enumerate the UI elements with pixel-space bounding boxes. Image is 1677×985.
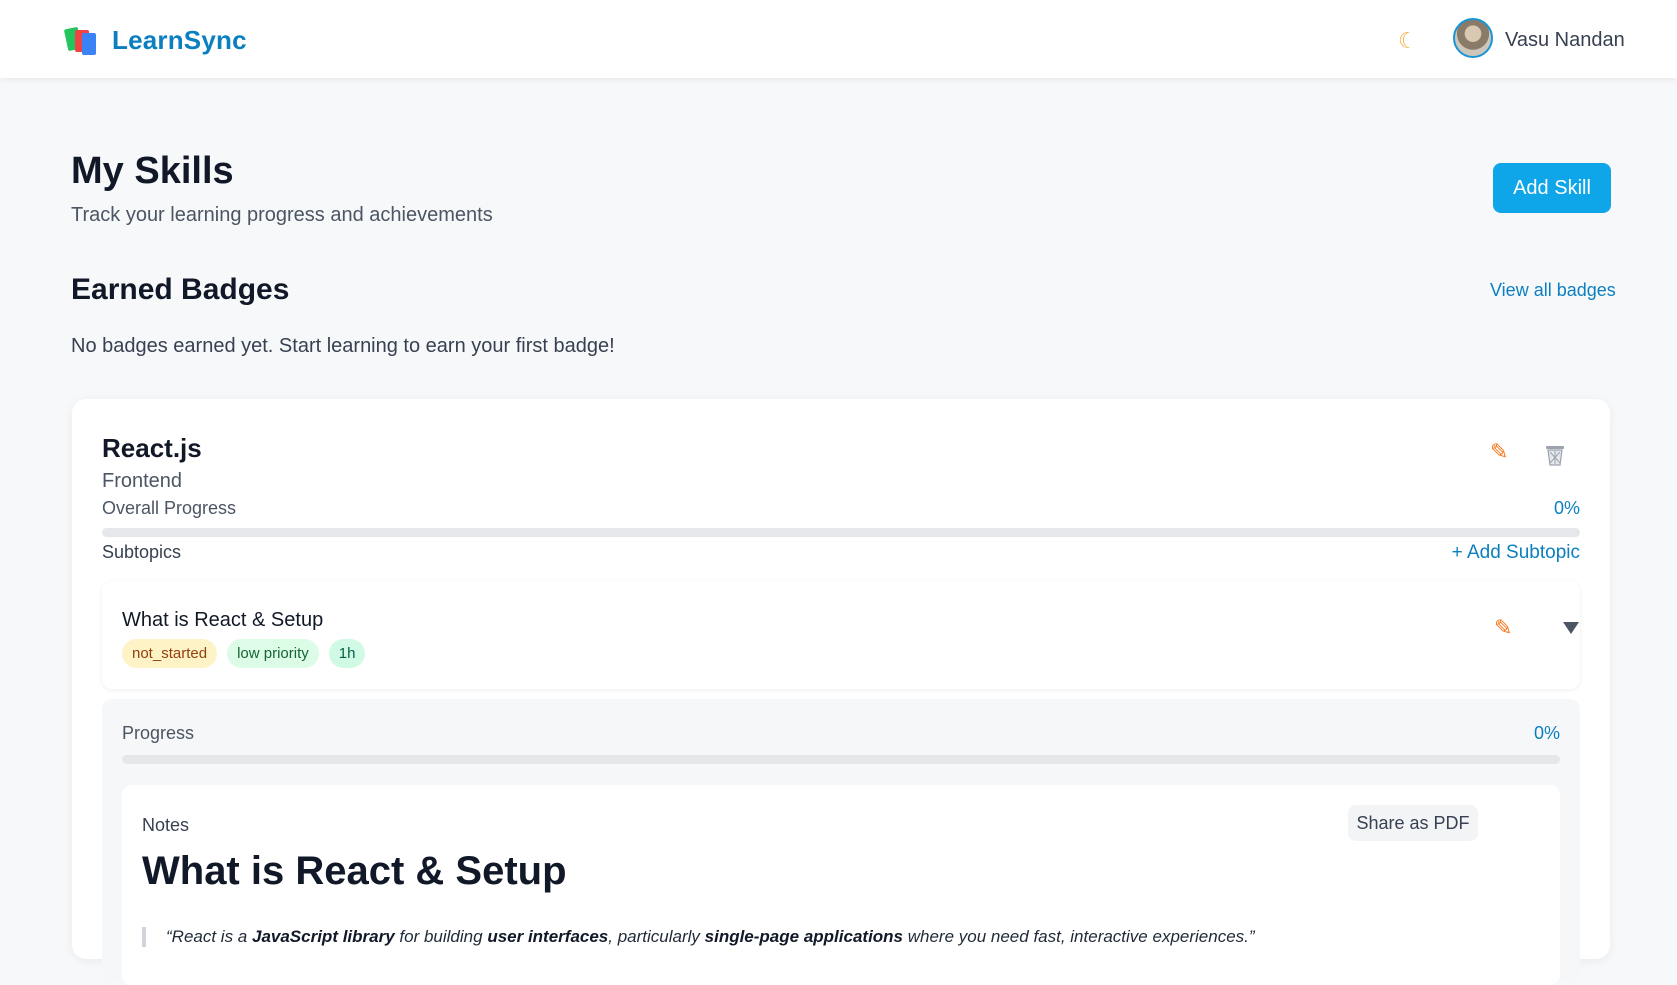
moon-icon[interactable]: ☾ (1398, 28, 1418, 54)
notes-heading: What is React & Setup (142, 849, 567, 893)
badges-title: Earned Badges (71, 273, 290, 306)
overall-progress-bar (102, 528, 1580, 537)
subtopic-item[interactable]: What is React & Setup not_started low pr… (102, 581, 1580, 689)
page-title: My Skills (71, 150, 234, 192)
subtopic-progress-label: Progress (122, 723, 195, 743)
subtopic-tags: not_started low priority 1h (122, 639, 366, 668)
skill-card: React.js Frontend ✎ Overall Progress 0% … (72, 399, 1610, 985)
subtopic-name: What is React & Setup (122, 609, 324, 631)
status-badge: not_started (122, 639, 218, 668)
top-navbar: LearnSync ☾ Vasu Nandan (0, 0, 1677, 78)
notes-label: Notes (142, 815, 190, 835)
edit-subtopic-pencil-icon[interactable]: ✎ (1494, 615, 1512, 641)
books-logo-icon (63, 26, 98, 56)
priority-badge: low priority (227, 639, 319, 668)
view-all-badges-link[interactable]: View all badges (1490, 280, 1616, 301)
add-subtopic-link[interactable]: + Add Subtopic (1452, 542, 1580, 564)
overall-progress-percent: 0% (1553, 498, 1580, 518)
avatar[interactable] (1453, 18, 1493, 58)
delete-skill-trash-icon[interactable] (1544, 443, 1566, 467)
subtopic-progress-bar (122, 755, 1560, 764)
page-subtitle: Track your learning progress and achieve… (71, 204, 493, 226)
no-badges-message: No badges earned yet. Start learning to … (71, 335, 615, 357)
add-skill-button[interactable]: Add Skill (1493, 163, 1611, 213)
subtopic-details: Progress 0% Notes Share as PDF What is R… (102, 699, 1580, 985)
overall-progress-label: Overall Progress (102, 498, 237, 518)
subtopic-progress-percent: 0% (1533, 723, 1560, 743)
edit-skill-pencil-icon[interactable]: ✎ (1490, 439, 1508, 465)
skill-category: Frontend (102, 470, 183, 492)
user-name[interactable]: Vasu Nandan (1505, 29, 1625, 52)
notes-quote: “React is a JavaScript library for build… (142, 927, 1542, 947)
skill-name: React.js (102, 433, 202, 463)
brand[interactable]: LearnSync (63, 25, 247, 56)
chevron-down-icon[interactable] (1563, 622, 1579, 634)
share-pdf-button[interactable]: Share as PDF (1348, 805, 1478, 841)
subtopics-label: Subtopics (102, 542, 182, 562)
duration-badge: 1h (328, 639, 366, 668)
brand-name: LearnSync (112, 25, 247, 55)
notes-panel: Notes Share as PDF What is React & Setup… (122, 785, 1560, 985)
